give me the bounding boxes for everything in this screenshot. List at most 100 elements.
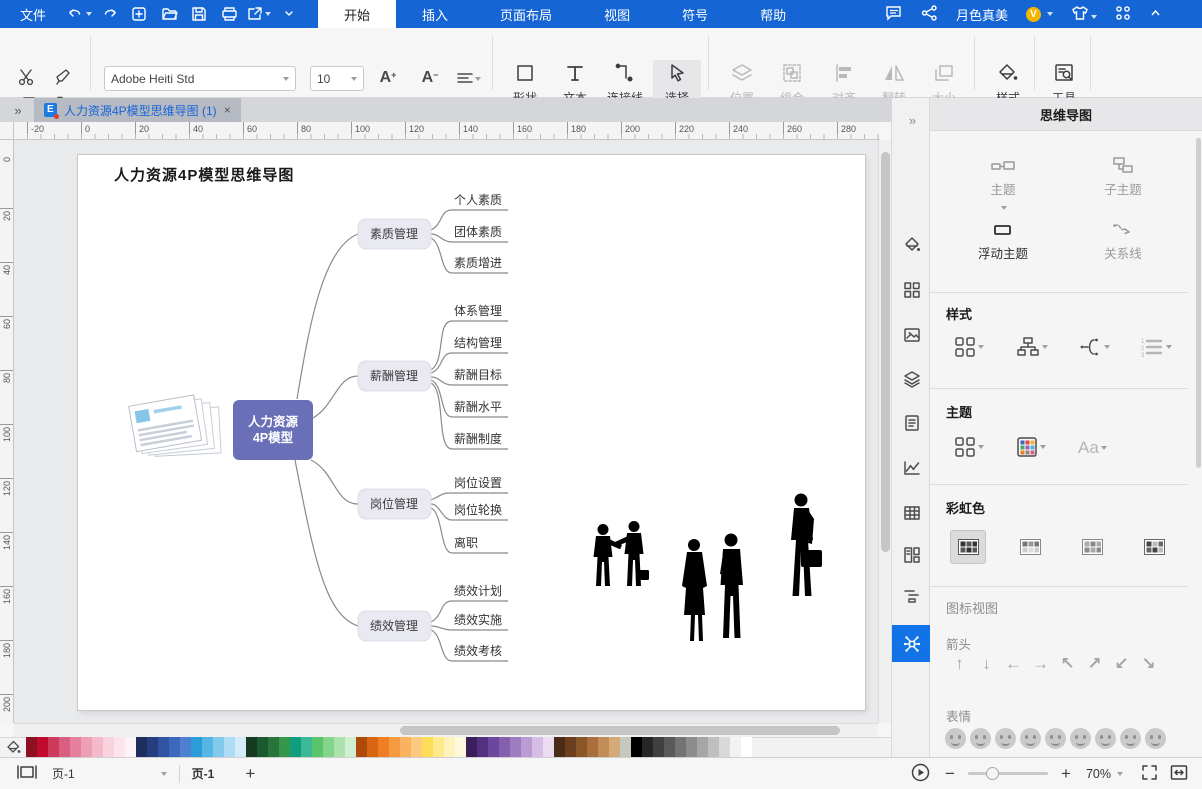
vip-badge[interactable]: V (1026, 7, 1041, 22)
color-swatch[interactable] (455, 737, 466, 758)
close-tab-icon[interactable]: × (224, 103, 231, 117)
branch-topics[interactable]: 素质管理 薪酬管理 岗位管理 绩效管理 (358, 219, 431, 641)
color-swatch[interactable] (664, 737, 675, 758)
undo-icon[interactable] (64, 0, 94, 28)
page-tab[interactable]: 页-1 (192, 765, 215, 782)
color-swatch[interactable] (26, 737, 37, 758)
rainbow-option-1[interactable] (950, 530, 986, 564)
emotion-icon[interactable] (1070, 728, 1091, 749)
color-swatch[interactable] (411, 737, 422, 758)
arrow-icon[interactable]: ↓ (973, 654, 1000, 674)
emotion-icon[interactable] (1095, 728, 1116, 749)
color-swatch[interactable] (521, 737, 532, 758)
emotion-icon[interactable] (1045, 728, 1066, 749)
color-swatch[interactable] (169, 737, 180, 758)
color-swatch[interactable] (719, 737, 730, 758)
child-topics[interactable]: 个人素质 团体素质 素质增进 体系管理 结构管理 薪酬目标 薪酬水平 薪酬制度 … (454, 193, 502, 658)
resume-illustration[interactable] (129, 391, 227, 467)
font-size-select[interactable]: 10 (310, 66, 364, 91)
fit-to-window-icon[interactable] (1170, 764, 1188, 784)
zoom-slider[interactable] (968, 772, 1048, 775)
color-swatch[interactable] (136, 737, 147, 758)
color-swatch[interactable] (554, 737, 565, 758)
color-swatch[interactable] (257, 737, 268, 758)
arrow-icon[interactable]: ↘ (1135, 654, 1162, 674)
color-swatch[interactable] (323, 737, 334, 758)
color-swatch[interactable] (730, 737, 741, 758)
emotion-icon[interactable] (995, 728, 1016, 749)
color-swatch[interactable] (37, 737, 48, 758)
drawing-page[interactable]: 人力资源4P模型思维导图 (78, 155, 865, 710)
theme-font-button[interactable]: Aa (1078, 438, 1107, 458)
theme-color-button[interactable] (1016, 436, 1046, 458)
scrollbar-thumb[interactable] (881, 152, 890, 552)
zoom-out-button[interactable]: − (942, 764, 958, 784)
zoom-level[interactable]: 70% (1086, 767, 1111, 781)
color-swatch[interactable] (675, 737, 686, 758)
color-swatch[interactable] (686, 737, 697, 758)
canvas-vertical-scrollbar[interactable] (878, 140, 891, 723)
people-silhouettes[interactable] (594, 494, 823, 642)
color-swatch[interactable] (587, 737, 598, 758)
color-swatch[interactable] (367, 737, 378, 758)
share-icon[interactable] (921, 5, 938, 24)
table-panel-icon[interactable] (892, 494, 931, 531)
tab-insert[interactable]: 插入 (396, 0, 474, 28)
color-swatch[interactable] (103, 737, 114, 758)
theme-gallery-button[interactable] (954, 436, 984, 458)
color-swatch[interactable] (510, 737, 521, 758)
color-swatch[interactable] (191, 737, 202, 758)
style-layout-button[interactable] (954, 336, 984, 358)
arrow-icon[interactable]: → (1027, 654, 1054, 674)
page-overview-icon[interactable] (16, 764, 38, 783)
style-structure-button[interactable] (1016, 336, 1048, 358)
color-swatch[interactable] (158, 737, 169, 758)
feedback-icon[interactable] (885, 5, 903, 24)
arrow-icon[interactable]: ← (1000, 654, 1027, 674)
tab-expand-icon[interactable]: » (0, 103, 34, 118)
canvas[interactable]: 人力资源4P模型思维导图 (14, 140, 878, 723)
zoom-caret-icon[interactable] (1117, 772, 1123, 776)
color-swatch[interactable] (444, 737, 455, 758)
color-swatch[interactable] (400, 737, 411, 758)
color-swatch[interactable] (125, 737, 136, 758)
fill-style-panel-icon[interactable] (892, 226, 931, 263)
new-document-icon[interactable] (124, 0, 154, 28)
cut-icon[interactable] (14, 66, 40, 88)
theme-skin-icon[interactable] (1071, 5, 1097, 24)
color-swatch[interactable] (565, 737, 576, 758)
color-swatch[interactable] (598, 737, 609, 758)
emotion-icon[interactable] (970, 728, 991, 749)
color-swatch[interactable] (477, 737, 488, 758)
color-swatch[interactable] (48, 737, 59, 758)
emotion-icon[interactable] (1020, 728, 1041, 749)
fullscreen-icon[interactable] (1141, 764, 1158, 784)
presentation-play-icon[interactable] (911, 763, 930, 785)
apps-grid-icon[interactable] (1115, 5, 1131, 24)
rainbow-option-4[interactable] (1136, 530, 1172, 564)
color-swatch[interactable] (180, 737, 191, 758)
color-swatch[interactable] (378, 737, 389, 758)
emotion-icon[interactable] (1120, 728, 1141, 749)
color-swatch[interactable] (114, 737, 125, 758)
align-text-button[interactable] (452, 68, 486, 90)
color-swatch[interactable] (147, 737, 158, 758)
canvas-horizontal-scrollbar[interactable] (14, 723, 878, 737)
export-icon[interactable] (244, 0, 274, 28)
color-swatch[interactable] (642, 737, 653, 758)
symbol-library-panel-icon[interactable] (892, 271, 931, 308)
subtopic-tool[interactable]: 子主题 (1068, 156, 1178, 198)
color-swatch[interactable] (279, 737, 290, 758)
relationship-line-tool[interactable]: 关系线 (1068, 220, 1178, 262)
page-selector-caret-icon[interactable] (161, 772, 167, 776)
tab-view[interactable]: 视图 (578, 0, 656, 28)
color-swatch[interactable] (488, 737, 499, 758)
color-swatch[interactable] (620, 737, 631, 758)
add-page-button[interactable]: + (242, 764, 258, 784)
color-swatch[interactable] (697, 737, 708, 758)
rainbow-option-3[interactable] (1074, 530, 1110, 564)
color-swatch[interactable] (741, 737, 752, 758)
color-swatch[interactable] (59, 737, 70, 758)
color-swatch[interactable] (345, 737, 356, 758)
style-branch-button[interactable] (1078, 336, 1110, 358)
